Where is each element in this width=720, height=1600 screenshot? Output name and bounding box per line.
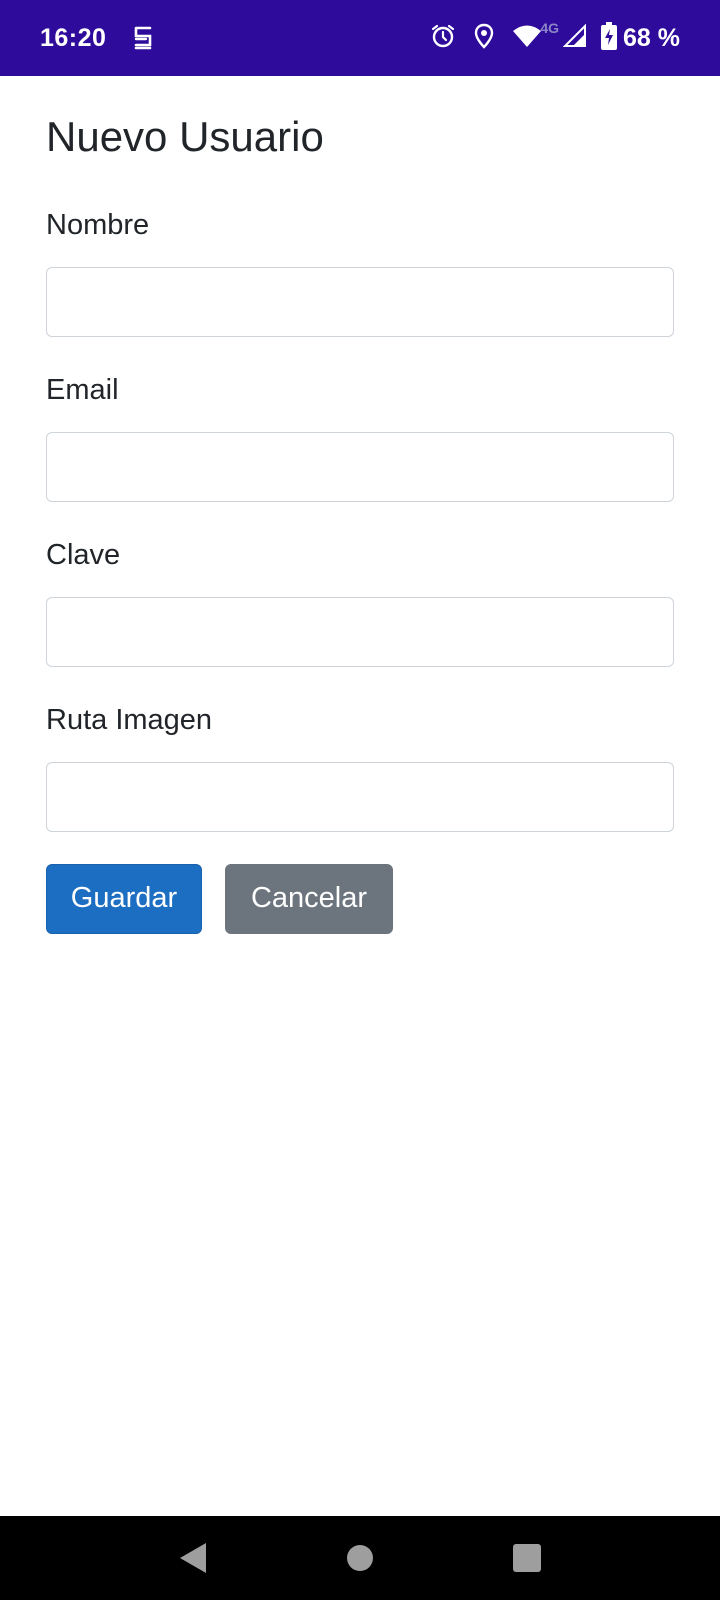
location-icon [474,23,494,54]
status-time: 16:20 [40,23,107,52]
form-group-email: Email [46,373,674,502]
nombre-label: Nombre [46,209,150,242]
s-app-icon [132,25,154,51]
wifi-icon [512,24,542,53]
clave-field[interactable] [46,596,674,667]
status-icons: 4G 68 % [412,20,680,55]
email-label: Email [46,374,119,407]
back-icon[interactable] [163,1528,223,1588]
nombre-field[interactable] [46,267,674,338]
ruta-imagen-field[interactable] [46,761,674,832]
save-button[interactable]: Guardar [46,863,202,934]
email-field[interactable] [46,431,674,502]
cancel-button[interactable]: Cancelar [225,863,393,934]
form-group-clave: Clave [46,538,674,667]
battery-percentage: 68 % [623,23,680,52]
screen: 16:20 4G 68 % Nuevo Usuario Nombre Email… [0,0,720,1600]
status-bar: 16:20 4G 68 % [0,0,720,76]
recents-icon[interactable] [497,1528,557,1588]
network-type-label: 4G [540,20,560,36]
form-actions: Guardar Cancelar [46,863,674,934]
cell-signal-icon [562,23,587,53]
home-icon[interactable] [330,1528,390,1588]
alarm-icon [430,23,456,54]
clave-label: Clave [46,538,121,571]
main-content: Nuevo Usuario Nombre Email Clave Ruta Im… [46,76,674,934]
page-title: Nuevo Usuario [46,113,324,160]
ruta-imagen-label: Ruta Imagen [46,703,213,736]
navigation-bar [0,1516,720,1600]
form-group-ruta-imagen: Ruta Imagen [46,703,674,832]
battery-charging-icon [601,21,618,55]
form-group-nombre: Nombre [46,208,674,338]
